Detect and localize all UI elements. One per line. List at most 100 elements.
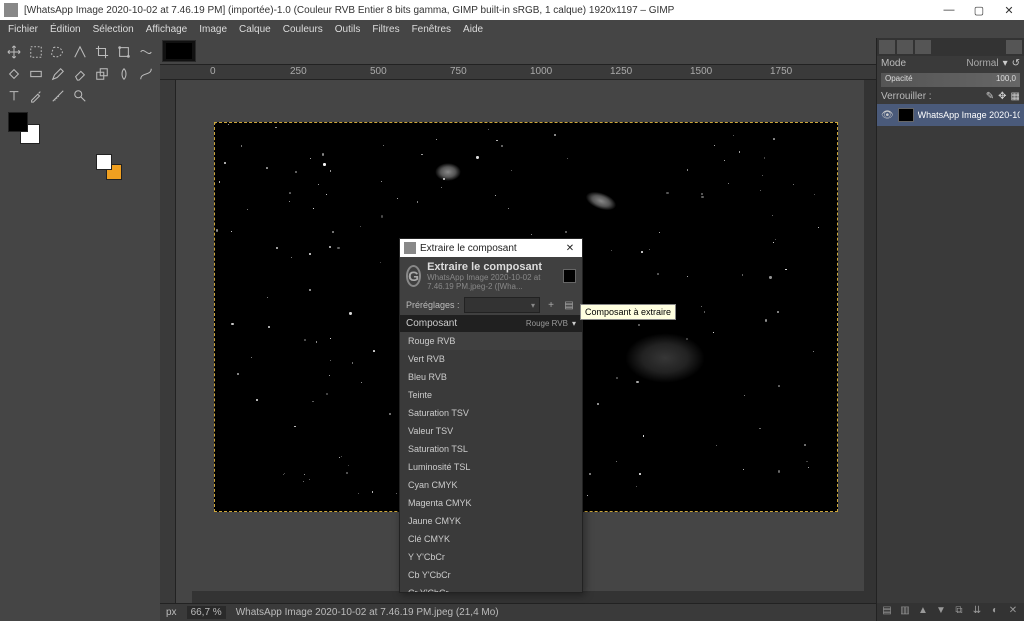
layer-thumbnail[interactable] xyxy=(898,108,914,122)
lock-position-icon[interactable]: ✥ xyxy=(998,91,1006,102)
unit-label[interactable]: px xyxy=(166,607,177,618)
option-swatch-1[interactable] xyxy=(96,154,112,170)
dock-tab-channels[interactable] xyxy=(897,40,913,54)
presets-dropdown[interactable]: ▾ xyxy=(464,297,540,313)
menu-file[interactable]: Fichier xyxy=(2,22,44,37)
dropdown-option[interactable]: Luminosité TSL xyxy=(400,458,582,476)
dropdown-option[interactable]: Y Y'CbCr xyxy=(400,548,582,566)
component-field[interactable]: Composant Rouge RVB ▾ xyxy=(400,315,582,332)
dropdown-option[interactable]: Bleu RVB xyxy=(400,368,582,386)
raise-layer-icon[interactable]: ▲ xyxy=(915,605,931,619)
layer-row[interactable]: 👁 WhatsApp Image 2020-10-02 xyxy=(877,104,1024,126)
menu-filters[interactable]: Filtres xyxy=(366,22,405,37)
menu-tools[interactable]: Outils xyxy=(329,22,367,37)
dropdown-option[interactable]: Rouge RVB xyxy=(400,332,582,350)
clone-tool[interactable] xyxy=(92,64,112,84)
fuzzy-select-tool[interactable] xyxy=(70,42,90,62)
dock-tab-paths[interactable] xyxy=(915,40,931,54)
dropdown-option[interactable]: Vert RVB xyxy=(400,350,582,368)
visibility-icon[interactable]: 👁 xyxy=(881,108,894,122)
duplicate-layer-icon[interactable]: ⧉ xyxy=(951,605,967,619)
delete-layer-icon[interactable]: ✕ xyxy=(1005,605,1021,619)
mode-reset-icon[interactable]: ↺ xyxy=(1012,58,1020,69)
gradient-tool[interactable] xyxy=(26,64,46,84)
vertical-scrollbar[interactable] xyxy=(864,80,876,591)
statusbar: px 66,7 % WhatsApp Image 2020-10-02 at 7… xyxy=(160,603,876,621)
path-tool[interactable] xyxy=(136,64,156,84)
ruler-mark: 1250 xyxy=(610,66,632,77)
pencil-tool[interactable] xyxy=(48,64,68,84)
lock-label: Verrouiller : xyxy=(881,91,982,102)
layers-panel: Mode Normal ▾ ↺ Opacité 100,0 Verrouille… xyxy=(876,38,1024,621)
lock-alpha-icon[interactable]: ▦ xyxy=(1011,91,1020,102)
dock-tabs xyxy=(877,38,1024,56)
component-dropdown: Rouge RVBVert RVBBleu RVBTeinteSaturatio… xyxy=(400,332,582,592)
close-button[interactable]: ✕ xyxy=(994,0,1024,20)
menu-layer[interactable]: Calque xyxy=(233,22,277,37)
color-picker-tool[interactable] xyxy=(26,86,46,106)
lower-layer-icon[interactable]: ▼ xyxy=(933,605,949,619)
rect-select-tool[interactable] xyxy=(26,42,46,62)
menu-colors[interactable]: Couleurs xyxy=(277,22,329,37)
preview-thumbnail[interactable] xyxy=(563,269,576,283)
lock-pixels-icon[interactable]: ✎ xyxy=(986,91,994,102)
menu-help[interactable]: Aide xyxy=(457,22,489,37)
dropdown-option[interactable]: Teinte xyxy=(400,386,582,404)
merge-layer-icon[interactable]: ⇊ xyxy=(969,605,985,619)
dialog-close-icon[interactable]: ✕ xyxy=(562,243,578,254)
maximize-button[interactable]: ▢ xyxy=(964,0,994,20)
zoom-tool[interactable] xyxy=(70,86,90,106)
horizontal-ruler[interactable]: 02505007501000125015001750 xyxy=(160,64,876,80)
fg-color-swatch[interactable] xyxy=(8,112,28,132)
menu-image[interactable]: Image xyxy=(193,22,233,37)
gegl-icon: G xyxy=(406,265,421,287)
dropdown-option[interactable]: Valeur TSV xyxy=(400,422,582,440)
ruler-mark: 750 xyxy=(450,66,467,77)
chevron-down-icon: ▾ xyxy=(572,319,576,328)
color-swatches[interactable] xyxy=(8,112,42,146)
image-tab-1[interactable] xyxy=(162,40,196,62)
dropdown-option[interactable]: Clé CMYK xyxy=(400,530,582,548)
dropdown-option[interactable]: Cr Y'CbCr xyxy=(400,584,582,592)
bucket-tool[interactable] xyxy=(4,64,24,84)
menu-edit[interactable]: Édition xyxy=(44,22,87,37)
dialog-header-subtitle: WhatsApp Image 2020-10-02 at 7.46.19 PM.… xyxy=(427,273,557,291)
ruler-mark: 1750 xyxy=(770,66,792,77)
mask-layer-icon[interactable]: ◐ xyxy=(987,605,1003,619)
menu-windows[interactable]: Fenêtres xyxy=(406,22,457,37)
chevron-down-icon[interactable]: ▾ xyxy=(1003,58,1008,69)
opacity-slider[interactable]: Opacité 100,0 xyxy=(881,73,1020,87)
transform-tool[interactable] xyxy=(114,42,134,62)
dropdown-option[interactable]: Jaune CMYK xyxy=(400,512,582,530)
presets-label: Préréglages : xyxy=(406,300,460,310)
dropdown-option[interactable]: Magenta CMYK xyxy=(400,494,582,512)
smudge-tool[interactable] xyxy=(114,64,134,84)
dialog-titlebar[interactable]: Extraire le composant ✕ xyxy=(400,239,582,257)
dock-menu-icon[interactable] xyxy=(1006,40,1022,54)
free-select-tool[interactable] xyxy=(48,42,68,62)
preset-add-icon[interactable]: + xyxy=(544,298,558,312)
menu-select[interactable]: Sélection xyxy=(87,22,140,37)
mode-value[interactable]: Normal xyxy=(966,58,998,69)
minimize-button[interactable]: — xyxy=(934,0,964,20)
dock-tab-layers[interactable] xyxy=(879,40,895,54)
dropdown-option[interactable]: Saturation TSV xyxy=(400,404,582,422)
warp-tool[interactable] xyxy=(136,42,156,62)
vertical-ruler[interactable] xyxy=(160,80,176,603)
component-value: Rouge RVB xyxy=(526,319,568,328)
new-group-icon[interactable]: ▥ xyxy=(897,605,913,619)
measure-tool[interactable] xyxy=(48,86,68,106)
text-tool[interactable] xyxy=(4,86,24,106)
dropdown-option[interactable]: Saturation TSL xyxy=(400,440,582,458)
dropdown-option[interactable]: Cyan CMYK xyxy=(400,476,582,494)
new-layer-icon[interactable]: ▤ xyxy=(879,605,895,619)
dropdown-option[interactable]: Cb Y'CbCr xyxy=(400,566,582,584)
tool-option-swatches[interactable] xyxy=(96,154,130,188)
move-tool[interactable] xyxy=(4,42,24,62)
crop-tool[interactable] xyxy=(92,42,112,62)
preset-menu-icon[interactable]: ▤ xyxy=(562,298,576,312)
eraser-tool[interactable] xyxy=(70,64,90,84)
menu-view[interactable]: Affichage xyxy=(140,22,194,37)
layer-name[interactable]: WhatsApp Image 2020-10-02 xyxy=(918,110,1020,120)
zoom-display[interactable]: 66,7 % xyxy=(187,606,226,619)
